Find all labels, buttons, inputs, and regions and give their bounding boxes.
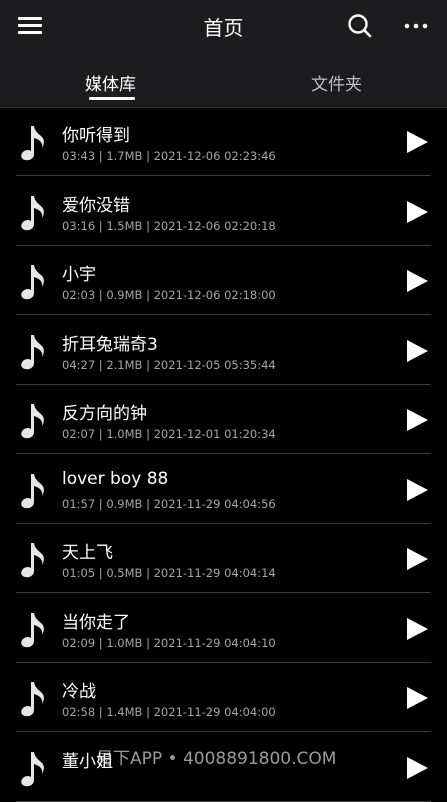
song-row[interactable]: 你听得到 03:43 | 1.7MB | 2021-12-06 02:23:46	[0, 107, 447, 176]
song-meta: 03:16 | 1.5MB | 2021-12-06 02:20:18	[62, 218, 276, 233]
song-meta: 02:58 | 1.4MB | 2021-11-29 04:04:00	[62, 705, 276, 719]
song-title: 折耳兔瑞奇3	[62, 334, 158, 355]
music-note-icon	[20, 472, 46, 510]
tab-bar: 媒体库 文件夹	[0, 52, 447, 108]
song-meta: 03:43 | 1.7MB | 2021-12-06 02:23:46	[62, 149, 276, 163]
active-tab-indicator	[89, 97, 135, 100]
divider	[16, 800, 431, 802]
song-meta: 02:07 | 1.0MB | 2021-12-01 01:20:34	[62, 427, 276, 441]
song-meta: 04:27 | 2.1MB | 2021-12-05 05:35:44	[62, 357, 276, 372]
song-meta: 01:05 | 0.5MB | 2021-11-29 04:04:14	[62, 566, 276, 580]
music-note-icon	[20, 263, 46, 301]
song-row[interactable]: lover boy 88 01:57 | 0.9MB | 2021-11-29 0…	[0, 455, 447, 524]
more-icon	[404, 23, 428, 29]
play-icon[interactable]	[404, 686, 430, 710]
page-title: 首页	[203, 16, 244, 40]
song-title: 天上飞	[62, 543, 113, 563]
play-icon[interactable]	[404, 130, 430, 154]
music-note-icon	[20, 402, 46, 440]
song-title: 当你走了	[62, 612, 130, 633]
song-row[interactable]: 当你走了 02:09 | 1.0MB | 2021-11-29 04:04:10	[0, 594, 447, 663]
tab-media-library[interactable]: 媒体库	[85, 70, 136, 95]
song-meta: 02:09 | 1.0MB | 2021-11-29 04:04:10	[62, 635, 276, 650]
song-meta: 02:03 | 0.9MB | 2021-12-06 02:18:00	[62, 288, 276, 302]
song-title: 小宇	[62, 265, 96, 285]
play-icon[interactable]	[404, 339, 430, 363]
watermark: 易下APP • 4008891800.COM	[96, 749, 337, 769]
play-icon[interactable]	[404, 200, 430, 224]
music-note-icon	[20, 680, 46, 718]
music-note-icon	[20, 750, 46, 788]
song-row[interactable]: 折耳兔瑞奇3 04:27 | 2.1MB | 2021-12-05 05:35:4…	[0, 316, 447, 385]
play-icon[interactable]	[404, 617, 430, 641]
song-row[interactable]: 反方向的钟 02:07 | 1.0MB | 2021-12-01 01:20:34	[0, 385, 447, 454]
song-row[interactable]: 冷战 02:58 | 1.4MB | 2021-11-29 04:04:00	[0, 663, 447, 732]
play-icon[interactable]	[404, 408, 430, 432]
search-button[interactable]	[346, 12, 374, 40]
song-title: 反方向的钟	[62, 404, 147, 424]
song-title: 爱你没错	[62, 195, 130, 216]
search-icon	[348, 14, 372, 38]
music-note-icon	[20, 611, 46, 649]
song-row[interactable]: 小宇 02:03 | 0.9MB | 2021-12-06 02:18:00	[0, 246, 447, 315]
song-title: 冷战	[62, 682, 96, 702]
top-app-bar: 首页	[0, 0, 447, 52]
play-icon[interactable]	[404, 269, 430, 293]
play-icon[interactable]	[404, 478, 430, 502]
play-icon[interactable]	[404, 547, 430, 571]
music-note-icon	[20, 194, 46, 232]
music-note-icon	[20, 333, 46, 371]
song-row[interactable]: 爱你没错 03:16 | 1.5MB | 2021-12-06 02:20:18	[0, 177, 447, 246]
song-title: 你听得到	[62, 126, 130, 146]
more-options-button[interactable]	[402, 14, 430, 38]
music-note-icon	[20, 541, 46, 579]
tab-folders[interactable]: 文件夹	[311, 70, 362, 95]
song-row[interactable]: 天上飞 01:05 | 0.5MB | 2021-11-29 04:04:14	[0, 524, 447, 593]
song-title: lover boy 88	[62, 468, 169, 489]
music-note-icon	[20, 124, 46, 162]
song-meta: 01:57 | 0.9MB | 2021-11-29 04:04:56	[62, 496, 276, 511]
